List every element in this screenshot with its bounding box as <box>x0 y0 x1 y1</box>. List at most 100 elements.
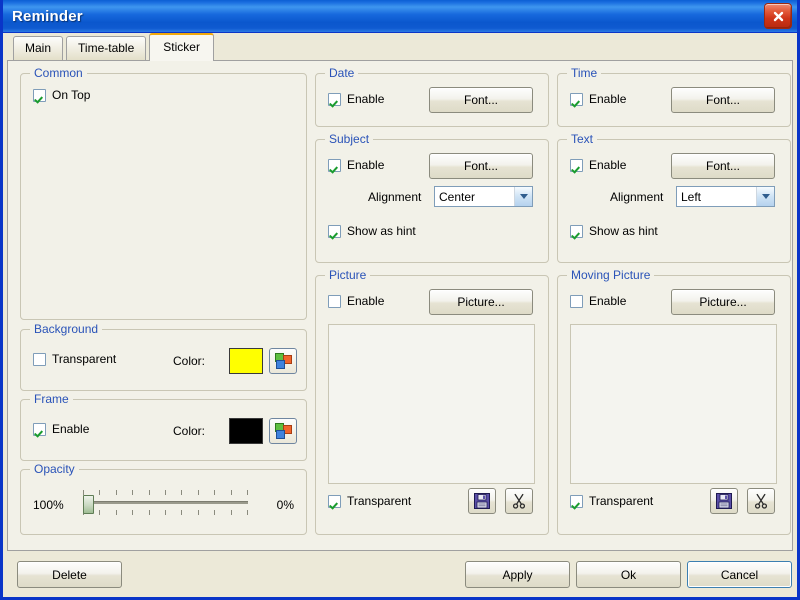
checkbox-picture-transparent-box <box>328 494 341 508</box>
group-date-caption: Date <box>325 66 359 80</box>
group-time: Time Enable Font... <box>557 66 791 127</box>
group-common-caption: Common <box>30 66 87 80</box>
checkbox-subject-enable-label: Enable <box>347 158 385 172</box>
checkbox-time-enable[interactable]: Enable <box>570 92 626 106</box>
text-alignment-value: Left <box>681 189 702 204</box>
close-icon[interactable] <box>764 3 792 29</box>
opacity-right-value: 0% <box>276 498 294 512</box>
tab-main[interactable]: Main <box>13 36 64 60</box>
picture-save-button[interactable] <box>468 488 496 514</box>
color-picker-icon <box>274 422 292 439</box>
picture-preview-panel[interactable] <box>328 324 535 484</box>
checkbox-picture-enable[interactable]: Enable <box>328 294 384 308</box>
window-title: Reminder <box>12 7 83 25</box>
checkbox-time-enable-box <box>570 92 583 106</box>
tab-strip: Main Time-table Sticker <box>3 33 797 61</box>
text-alignment-label: Alignment <box>610 190 664 204</box>
group-common: Common On Top <box>20 66 307 320</box>
moving-picture-choose-button[interactable]: Picture... <box>671 289 775 315</box>
title-bar[interactable]: Reminder <box>3 0 797 33</box>
opacity-left-value: 100% <box>33 498 64 512</box>
group-opacity-caption: Opacity <box>30 462 79 476</box>
date-font-button[interactable]: Font... <box>429 87 533 113</box>
checkbox-moving-picture-transparent-label: Transparent <box>589 494 654 508</box>
chevron-down-icon[interactable] <box>514 187 532 206</box>
tab-sticker[interactable]: Sticker <box>149 33 214 61</box>
group-background-caption: Background <box>30 322 103 336</box>
checkbox-background-transparent[interactable]: Transparent <box>33 352 116 366</box>
checkbox-picture-enable-label: Enable <box>347 294 385 308</box>
checkbox-subject-enable-box <box>328 158 341 172</box>
ok-button[interactable]: Ok <box>576 561 681 588</box>
checkbox-moving-picture-transparent[interactable]: Transparent <box>570 494 653 508</box>
reminder-dialog: Reminder Main Time-table Sticker Common … <box>0 0 800 600</box>
checkbox-on-top-box <box>33 88 46 102</box>
checkbox-date-enable[interactable]: Enable <box>328 92 384 106</box>
group-picture-caption: Picture <box>325 268 371 282</box>
frame-color-swatch[interactable] <box>229 418 263 444</box>
checkbox-picture-transparent-label: Transparent <box>347 494 412 508</box>
background-color-swatch[interactable] <box>229 348 263 374</box>
moving-picture-cut-button[interactable] <box>747 488 775 514</box>
text-font-button[interactable]: Font... <box>671 153 775 179</box>
opacity-slider-thumb[interactable] <box>83 495 94 514</box>
checkbox-on-top[interactable]: On Top <box>33 88 90 102</box>
checkbox-picture-transparent[interactable]: Transparent <box>328 494 411 508</box>
moving-picture-preview-panel[interactable] <box>570 324 777 484</box>
group-moving-picture: Moving Picture Enable Picture... Transpa… <box>557 268 791 535</box>
chevron-down-icon[interactable] <box>756 187 774 206</box>
text-alignment-select[interactable]: Left <box>676 186 775 207</box>
moving-picture-save-button[interactable] <box>710 488 738 514</box>
group-time-caption: Time <box>567 66 602 80</box>
checkbox-text-enable-box <box>570 158 583 172</box>
checkbox-moving-picture-enable-box <box>570 294 583 308</box>
group-text: Text Enable Font... Alignment Left Show … <box>557 132 791 263</box>
checkbox-frame-enable-label: Enable <box>52 422 90 436</box>
checkbox-subject-show-as-hint[interactable]: Show as hint <box>328 224 416 238</box>
group-picture: Picture Enable Picture... Transparent <box>315 268 549 535</box>
delete-button[interactable]: Delete <box>17 561 122 588</box>
checkbox-text-show-as-hint-box <box>570 224 583 238</box>
opacity-track <box>83 501 248 504</box>
group-moving-picture-caption: Moving Picture <box>567 268 655 282</box>
tab-time-table[interactable]: Time-table <box>66 36 147 60</box>
subject-alignment-value: Center <box>439 189 476 204</box>
checkbox-subject-show-as-hint-box <box>328 224 341 238</box>
checkbox-text-show-as-hint[interactable]: Show as hint <box>570 224 658 238</box>
subject-alignment-select[interactable]: Center <box>434 186 533 207</box>
checkbox-subject-enable[interactable]: Enable <box>328 158 384 172</box>
sticker-tab-page: Common On Top Background Transparent Col… <box>7 60 793 551</box>
picture-choose-button[interactable]: Picture... <box>429 289 533 315</box>
cancel-button[interactable]: Cancel <box>687 561 792 588</box>
checkbox-picture-enable-box <box>328 294 341 308</box>
close-x-glyph <box>773 11 783 21</box>
frame-color-picker-button[interactable] <box>269 418 297 444</box>
opacity-slider[interactable] <box>83 490 248 520</box>
checkbox-frame-enable[interactable]: Enable <box>33 422 89 436</box>
picture-cut-button[interactable] <box>505 488 533 514</box>
dialog-footer: Delete Apply Ok Cancel <box>3 551 797 597</box>
checkbox-text-enable-label: Enable <box>589 158 627 172</box>
apply-button[interactable]: Apply <box>465 561 570 588</box>
scissors-icon <box>512 493 526 509</box>
group-subject-caption: Subject <box>325 132 374 146</box>
checkbox-text-enable[interactable]: Enable <box>570 158 626 172</box>
scissors-icon <box>754 493 768 509</box>
subject-font-button[interactable]: Font... <box>429 153 533 179</box>
group-frame-caption: Frame <box>30 392 73 406</box>
time-font-button[interactable]: Font... <box>671 87 775 113</box>
frame-color-label: Color: <box>173 424 206 438</box>
checkbox-moving-picture-enable-label: Enable <box>589 294 627 308</box>
checkbox-moving-picture-enable[interactable]: Enable <box>570 294 626 308</box>
checkbox-date-enable-label: Enable <box>347 92 385 106</box>
save-floppy-icon <box>474 493 490 509</box>
group-subject: Subject Enable Font... Alignment Center … <box>315 132 549 263</box>
background-color-label: Color: <box>173 354 206 368</box>
background-color-picker-button[interactable] <box>269 348 297 374</box>
group-date: Date Enable Font... <box>315 66 549 127</box>
checkbox-moving-picture-transparent-box <box>570 494 583 508</box>
checkbox-on-top-label: On Top <box>52 88 91 102</box>
color-picker-icon <box>274 352 292 369</box>
checkbox-frame-enable-box <box>33 422 46 436</box>
checkbox-background-transparent-label: Transparent <box>52 352 117 366</box>
